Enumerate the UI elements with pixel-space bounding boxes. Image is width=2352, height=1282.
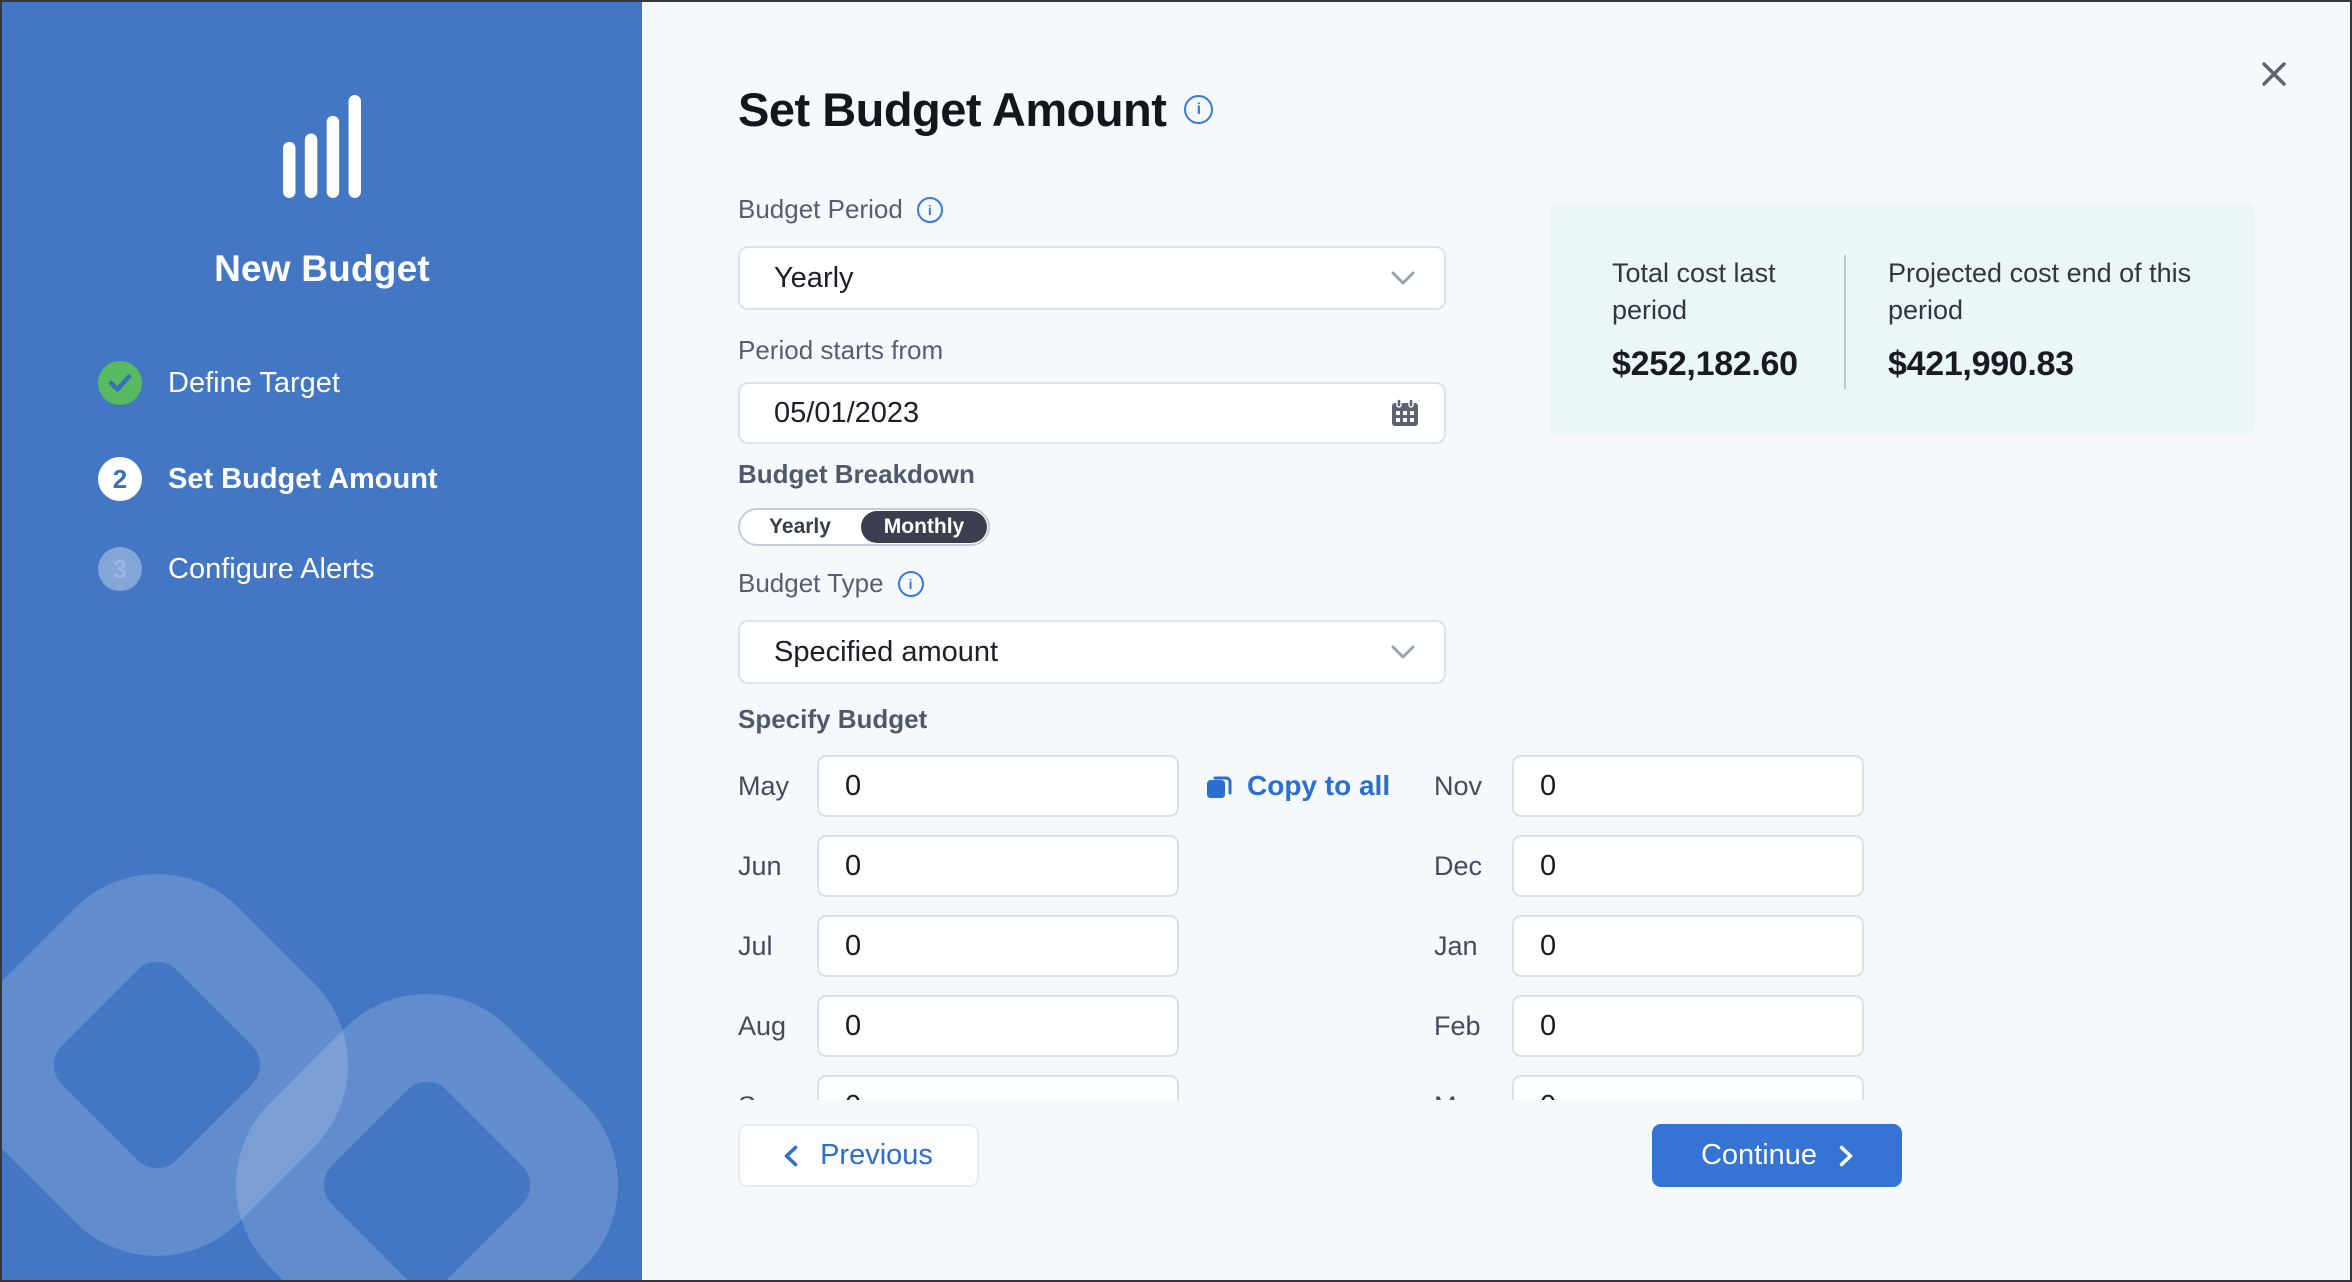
projected-cost-value: $421,990.83: [1888, 345, 2218, 384]
budget-period-select[interactable]: Yearly: [738, 246, 1446, 310]
wizard-sidebar: New Budget Define Target 2 Set Budget Am…: [2, 2, 642, 1280]
previous-button-label: Previous: [820, 1139, 933, 1172]
specify-budget-label-row: Specify Budget: [738, 704, 927, 735]
budget-row-may: May: [738, 755, 1179, 817]
budget-row-nov: Nov: [1434, 755, 1864, 817]
chevron-down-icon: [1390, 270, 1416, 286]
bar-chart-icon: [283, 94, 361, 198]
continue-button[interactable]: Continue: [1652, 1124, 1902, 1187]
budget-type-info-icon[interactable]: i: [898, 571, 924, 597]
set-budget-amount-panel: Set Budget Amount i Total cost last peri…: [642, 2, 2350, 1280]
budget-row-jun: Jun: [738, 835, 1179, 897]
budget-period-label-row: Budget Period i: [738, 194, 943, 225]
continue-button-label: Continue: [1701, 1139, 1817, 1172]
month-label: Jun: [738, 851, 817, 882]
budget-type-select[interactable]: Specified amount: [738, 620, 1446, 684]
budget-input-sep[interactable]: [817, 1075, 1179, 1100]
budget-row-jul: Jul: [738, 915, 1179, 977]
month-label: May: [738, 771, 817, 802]
wizard-title: New Budget: [2, 248, 642, 290]
month-label: Nov: [1434, 771, 1512, 802]
budget-period-info-icon[interactable]: i: [917, 197, 943, 223]
month-label: Jan: [1434, 931, 1512, 962]
sidebar-step-define-target[interactable]: Define Target: [98, 361, 340, 405]
chevron-right-icon: [1839, 1145, 1853, 1167]
budget-input-dec[interactable]: [1512, 835, 1864, 897]
budget-row-jan: Jan: [1434, 915, 1864, 977]
period-starts-value: 05/01/2023: [740, 397, 1390, 430]
step-complete-check-icon: [98, 361, 142, 405]
month-label: Mar: [1434, 1091, 1512, 1101]
budget-row-dec: Dec: [1434, 835, 1864, 897]
budget-breakdown-label: Budget Breakdown: [738, 459, 975, 490]
budget-period-value: Yearly: [740, 262, 1390, 295]
budget-row-feb: Feb: [1434, 995, 1864, 1057]
copy-to-all-button[interactable]: Copy to all: [1204, 755, 1390, 817]
budget-row-aug: Aug: [738, 995, 1179, 1057]
specify-budget-label: Specify Budget: [738, 704, 927, 735]
step-label: Define Target: [168, 367, 340, 400]
budget-input-jan[interactable]: [1512, 915, 1864, 977]
new-budget-modal: New Budget Define Target 2 Set Budget Am…: [0, 0, 2352, 1282]
sidebar-step-set-budget-amount[interactable]: 2 Set Budget Amount: [98, 457, 438, 501]
budget-period-label: Budget Period: [738, 194, 903, 225]
page-title-row: Set Budget Amount i: [738, 82, 1213, 137]
copy-to-all-label: Copy to all: [1247, 770, 1390, 802]
period-starts-label: Period starts from: [738, 335, 943, 366]
budget-row-mar: Mar: [1434, 1075, 1864, 1100]
toggle-option-yearly[interactable]: Yearly: [740, 510, 860, 544]
month-label: Jul: [738, 931, 817, 962]
month-label: Feb: [1434, 1011, 1512, 1042]
period-starts-date-input[interactable]: 05/01/2023: [738, 382, 1446, 444]
monthly-budget-grid: May Jun Jul Aug Sep: [738, 755, 1918, 1100]
budget-input-feb[interactable]: [1512, 995, 1864, 1057]
total-cost-last-period-value: $252,182.60: [1612, 345, 1852, 384]
copy-icon: [1204, 771, 1234, 801]
cost-summary-card: Total cost last period $252,182.60 Proje…: [1550, 203, 2255, 435]
calendar-icon: [1390, 398, 1420, 428]
projected-cost-label: Projected cost end of this period: [1888, 255, 2218, 329]
budget-input-jul[interactable]: [817, 915, 1179, 977]
close-icon: [2259, 59, 2289, 89]
sidebar-watermark-pattern: [2, 810, 642, 1280]
chevron-down-icon: [1390, 644, 1416, 660]
toggle-option-monthly[interactable]: Monthly: [861, 511, 987, 543]
budget-input-nov[interactable]: [1512, 755, 1864, 817]
budget-input-aug[interactable]: [817, 995, 1179, 1057]
summary-divider: [1844, 255, 1846, 389]
month-label: Aug: [738, 1011, 817, 1042]
title-info-icon[interactable]: i: [1184, 95, 1213, 124]
step-number-badge: 2: [98, 457, 142, 501]
budget-type-label-row: Budget Type i: [738, 568, 924, 599]
budget-type-value: Specified amount: [740, 636, 1390, 669]
budget-input-jun[interactable]: [817, 835, 1179, 897]
budget-row-sep: Sep: [738, 1075, 1179, 1100]
step-label: Set Budget Amount: [168, 463, 438, 496]
step-label: Configure Alerts: [168, 553, 374, 586]
chevron-left-icon: [784, 1145, 798, 1167]
step-number-badge: 3: [98, 547, 142, 591]
budget-breakdown-label-row: Budget Breakdown: [738, 459, 975, 490]
total-cost-last-period-label: Total cost last period: [1612, 255, 1852, 329]
sidebar-step-configure-alerts[interactable]: 3 Configure Alerts: [98, 547, 374, 591]
month-label: Dec: [1434, 851, 1512, 882]
month-label: Sep: [738, 1091, 817, 1101]
page-title: Set Budget Amount: [738, 82, 1166, 137]
close-button[interactable]: [2250, 50, 2298, 98]
period-starts-label-row: Period starts from: [738, 335, 943, 366]
budget-input-may[interactable]: [817, 755, 1179, 817]
budget-type-label: Budget Type: [738, 568, 884, 599]
budget-input-mar[interactable]: [1512, 1075, 1864, 1100]
previous-button[interactable]: Previous: [738, 1124, 979, 1187]
budget-breakdown-toggle: Yearly Monthly: [738, 508, 990, 546]
